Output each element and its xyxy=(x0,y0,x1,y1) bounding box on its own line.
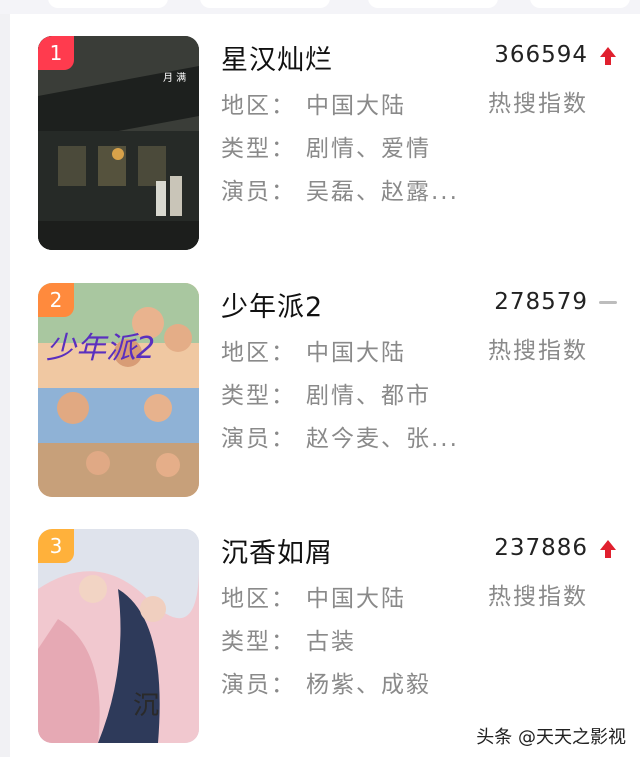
poster-chenxiang-ruxie[interactable]: 沉 3 xyxy=(38,529,199,743)
cast-label: 演员： xyxy=(221,672,296,698)
drama-title[interactable]: 沉香如屑 xyxy=(221,531,333,570)
watermark: 头条 @天天之影视 xyxy=(476,727,626,748)
genre-value: 古装 xyxy=(306,629,356,655)
top-tab-pill[interactable] xyxy=(530,0,630,8)
genre-label: 类型： xyxy=(221,136,296,162)
region-label: 地区： xyxy=(221,93,296,119)
region-line: 地区： 中国大陆 xyxy=(221,86,406,120)
rank-badge: 2 xyxy=(38,283,74,317)
cast-line: 演员： 吴磊、赵露... xyxy=(221,172,459,206)
rank-number: 1 xyxy=(49,41,63,65)
genre-label: 类型： xyxy=(221,383,296,409)
cast-value: 赵今麦、张... xyxy=(306,426,459,452)
poster-logo: 沉 xyxy=(133,691,159,721)
heat-score: 278579 xyxy=(494,289,588,315)
drama-title[interactable]: 少年派2 xyxy=(221,285,323,324)
genre-label: 类型： xyxy=(221,629,296,655)
poster-text: 月 满 xyxy=(163,72,186,84)
heat-score: 237886 xyxy=(494,535,588,561)
genre-value: 剧情、都市 xyxy=(306,383,431,409)
genre-line: 类型： 剧情、都市 xyxy=(221,376,431,410)
genre-line: 类型： 剧情、爱情 xyxy=(221,129,431,163)
heat-index-label: 热搜指数 xyxy=(488,584,588,610)
region-line: 地区： 中国大陆 xyxy=(221,333,406,367)
cast-label: 演员： xyxy=(221,179,296,205)
rank-badge: 3 xyxy=(38,529,74,563)
region-value: 中国大陆 xyxy=(306,340,406,366)
region-value: 中国大陆 xyxy=(306,586,406,612)
cast-line: 演员： 赵今麦、张... xyxy=(221,419,459,453)
genre-line: 类型： 古装 xyxy=(221,622,356,656)
region-value: 中国大陆 xyxy=(306,93,406,119)
cast-line: 演员： 杨紫、成毅 xyxy=(221,665,431,699)
top-tab-pill[interactable] xyxy=(200,0,330,8)
heat-index-label: 热搜指数 xyxy=(488,338,588,364)
region-line: 地区： 中国大陆 xyxy=(221,579,406,613)
trend-up-icon xyxy=(600,540,616,558)
heat-index-label: 热搜指数 xyxy=(488,91,588,117)
heat-score: 366594 xyxy=(494,42,588,68)
poster-logo: 少年派2 xyxy=(46,331,155,366)
drama-title[interactable]: 星汉灿烂 xyxy=(221,38,333,77)
trend-up-icon xyxy=(600,47,616,65)
region-label: 地区： xyxy=(221,340,296,366)
cast-value: 吴磊、赵露... xyxy=(306,179,459,205)
cast-value: 杨紫、成毅 xyxy=(306,672,431,698)
poster-xinghan-canlan[interactable]: 月 满 1 xyxy=(38,36,199,250)
top-tab-pill[interactable] xyxy=(368,0,498,8)
poster-shaonian-pai-2[interactable]: 少年派2 2 xyxy=(38,283,199,497)
top-tab-pill[interactable] xyxy=(48,0,168,8)
genre-value: 剧情、爱情 xyxy=(306,136,431,162)
rank-number: 2 xyxy=(49,288,63,312)
cast-label: 演员： xyxy=(221,426,296,452)
trend-flat-icon xyxy=(599,301,617,304)
ranking-item-2[interactable]: 少年派2 2 少年派2 地区： 中国大陆 类型： 剧情、都市 演员： 赵今麦、张...… xyxy=(0,283,640,513)
rank-badge: 1 xyxy=(38,36,74,70)
rank-number: 3 xyxy=(49,534,63,558)
region-label: 地区： xyxy=(221,586,296,612)
ranking-item-1[interactable]: 月 满 1 星汉灿烂 地区： 中国大陆 类型： 剧情、爱情 演员： 吴磊、赵露... … xyxy=(0,36,640,266)
top-tab-strip xyxy=(0,0,640,14)
